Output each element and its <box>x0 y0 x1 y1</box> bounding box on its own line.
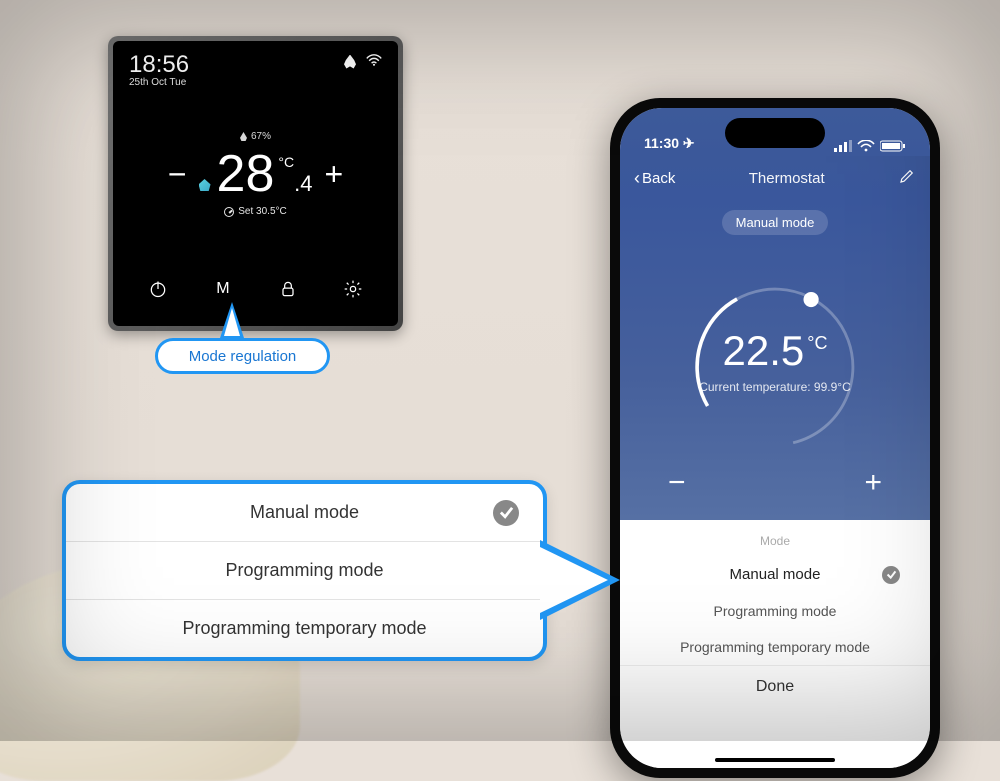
wifi-status-icon <box>857 140 875 152</box>
set-temperature-row: Set 30.5°C <box>125 206 386 217</box>
callout-option-programming[interactable]: Programming mode <box>66 542 543 600</box>
app-body: Manual mode 22.5°C Current temperature: … <box>620 200 930 520</box>
status-time: 11:30 ✈ <box>644 135 695 152</box>
callout-option-manual[interactable]: Manual mode <box>66 484 543 542</box>
phone-frame: 11:30 ✈ ‹ Back Thermostat Manual mode <box>610 98 940 778</box>
droplet-icon <box>240 132 247 141</box>
thermostat-device: 18:56 25th Oct Tue 67% − <box>108 36 403 331</box>
picker-header: Mode <box>620 520 930 556</box>
done-button[interactable]: Done <box>620 665 930 714</box>
settings-button[interactable] <box>342 278 364 300</box>
mode-picker: Mode Manual mode Programming mode Progra… <box>620 520 930 768</box>
signal-icon <box>834 140 852 152</box>
mode-regulation-callout: Mode regulation <box>155 338 330 374</box>
dial-temperature: 22.5°C <box>680 327 870 375</box>
back-button[interactable]: ‹ Back <box>634 168 675 189</box>
temperature-dial[interactable]: 22.5°C Current temperature: 99.9°C <box>680 272 870 462</box>
home-indicator[interactable] <box>715 758 835 762</box>
header-title: Thermostat <box>749 170 825 187</box>
picker-option-programming[interactable]: Programming mode <box>620 593 930 629</box>
humidity-row: 67% <box>125 131 386 142</box>
current-temperature: 28 °C .4 <box>199 148 313 200</box>
battery-icon <box>880 140 906 152</box>
mode-button[interactable]: M <box>212 278 234 300</box>
callout-arrow <box>540 540 620 620</box>
check-icon <box>493 500 519 526</box>
mode-chip[interactable]: Manual mode <box>722 210 829 235</box>
thermostat-time: 18:56 <box>129 53 189 77</box>
picker-option-programming-temporary[interactable]: Programming temporary mode <box>620 629 930 665</box>
mode-options-callout: Manual mode Programming mode Programming… <box>62 480 547 661</box>
chevron-left-icon: ‹ <box>634 168 640 189</box>
wifi-icon <box>366 53 382 70</box>
pencil-icon <box>898 167 916 185</box>
lock-button[interactable] <box>277 278 299 300</box>
temp-down-button[interactable]: − <box>168 156 187 193</box>
home-icon <box>199 179 211 191</box>
humidity-value: 67% <box>251 131 271 142</box>
flame-icon <box>344 55 356 69</box>
dynamic-island <box>725 118 825 148</box>
power-button[interactable] <box>147 278 169 300</box>
temp-up-button[interactable]: + <box>324 156 343 193</box>
app-header: ‹ Back Thermostat <box>620 156 930 200</box>
thermostat-date: 25th Oct Tue <box>129 77 189 88</box>
phone-temp-down-button[interactable]: − <box>668 466 686 500</box>
callout-pointer <box>220 302 244 338</box>
picker-option-manual[interactable]: Manual mode <box>620 556 930 593</box>
edit-button[interactable] <box>898 167 916 189</box>
current-temperature-label: Current temperature: 99.9°C <box>680 380 870 394</box>
gauge-icon <box>224 207 234 217</box>
check-icon <box>882 566 900 584</box>
phone-temp-up-button[interactable]: + <box>864 466 882 500</box>
callout-option-programming-temporary[interactable]: Programming temporary mode <box>66 600 543 657</box>
thermostat-bezel: 18:56 25th Oct Tue 67% − <box>113 41 398 326</box>
